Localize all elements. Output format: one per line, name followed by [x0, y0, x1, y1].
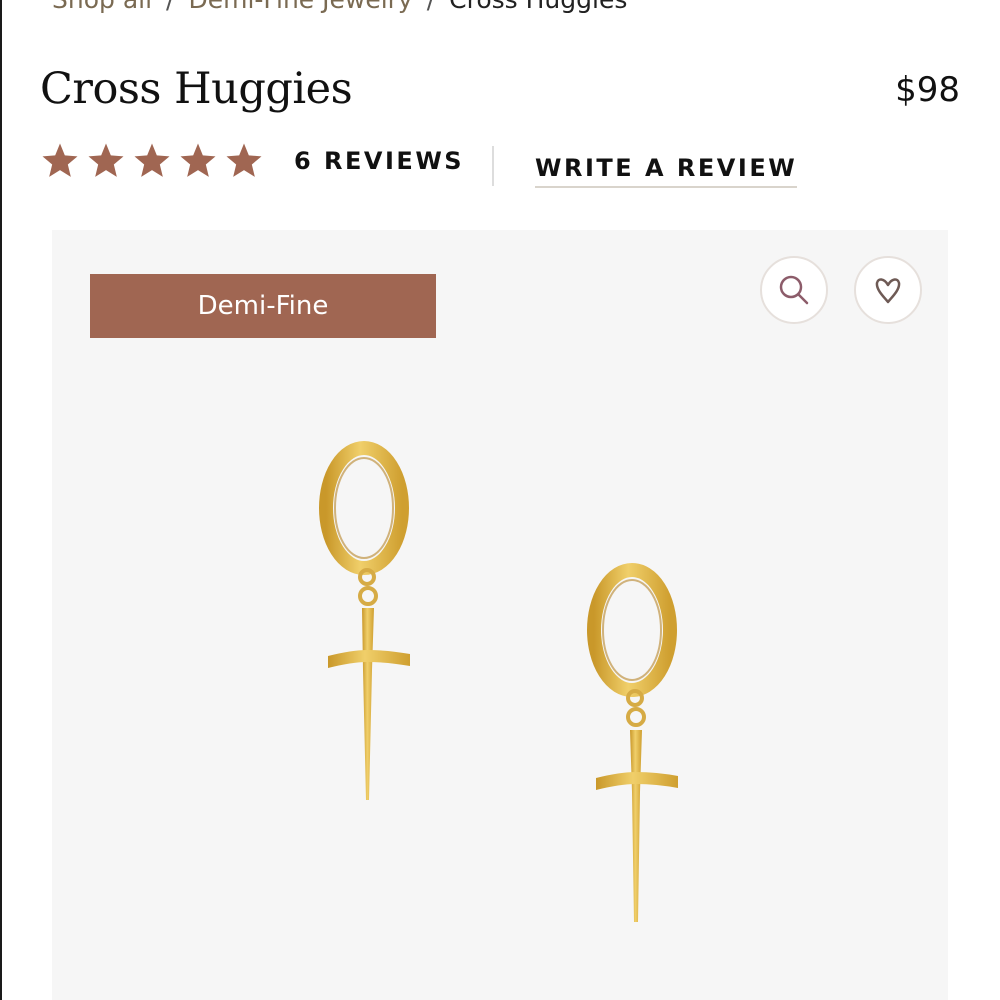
wishlist-button[interactable]	[854, 256, 922, 324]
star-icon	[134, 143, 170, 177]
demi-fine-badge: Demi-Fine	[90, 274, 436, 338]
rating-row: 6 REVIEWS WRITE A REVIEW	[40, 136, 798, 188]
product-price: $98	[895, 70, 960, 110]
breadcrumb-link-shop-all[interactable]: Shop all	[52, 0, 152, 14]
search-icon	[779, 275, 809, 305]
divider	[492, 146, 494, 186]
write-review-link[interactable]: WRITE A REVIEW	[535, 154, 798, 188]
star-icon	[180, 143, 216, 177]
star-icon	[226, 143, 262, 177]
window-edge	[0, 0, 2, 1000]
star-icon	[88, 143, 124, 177]
zoom-button[interactable]	[760, 256, 828, 324]
earring-right	[587, 563, 678, 922]
star-rating[interactable]	[40, 141, 264, 181]
product-image-panel[interactable]: Demi-Fine	[52, 230, 948, 1000]
star-icon	[42, 143, 78, 177]
breadcrumb-separator: /	[427, 0, 435, 14]
earring-left	[319, 441, 410, 800]
breadcrumb-current: Cross Huggies	[449, 0, 627, 14]
breadcrumb-link-demi-fine[interactable]: Demi-Fine Jewelry	[188, 0, 412, 14]
product-title: Cross Huggies	[40, 64, 353, 114]
breadcrumb: Shop all / Demi-Fine Jewelry / Cross Hug…	[52, 0, 627, 14]
product-image	[319, 441, 678, 922]
breadcrumb-separator: /	[166, 0, 174, 14]
reviews-count-link[interactable]: 6 REVIEWS	[294, 147, 464, 175]
heart-icon	[875, 278, 901, 304]
